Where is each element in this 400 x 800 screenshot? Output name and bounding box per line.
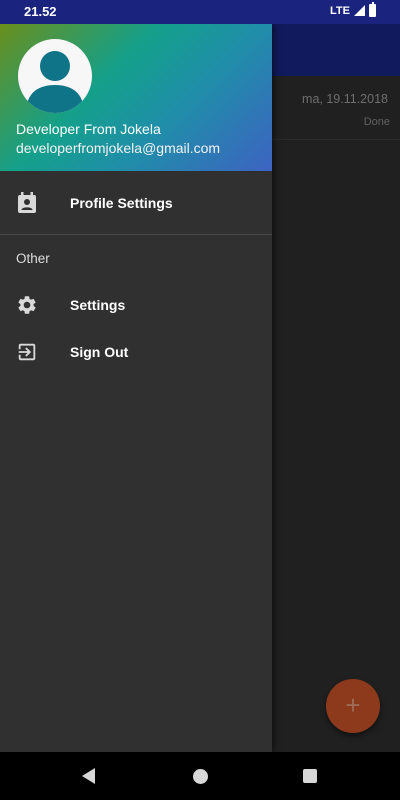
system-nav-bar bbox=[0, 752, 400, 800]
drawer-header: Developer From Jokela developerfromjokel… bbox=[0, 24, 272, 171]
recents-button[interactable] bbox=[286, 752, 334, 800]
menu-item-sign-out[interactable]: Sign Out bbox=[0, 328, 272, 376]
avatar[interactable] bbox=[18, 39, 92, 113]
avatar-silhouette-icon bbox=[26, 51, 84, 113]
home-button[interactable] bbox=[176, 752, 224, 800]
menu-item-label: Profile Settings bbox=[70, 195, 173, 211]
sign-out-icon bbox=[16, 341, 38, 363]
home-icon bbox=[192, 768, 208, 784]
menu-item-settings[interactable]: Settings bbox=[0, 281, 272, 329]
status-indicators: LTE bbox=[330, 2, 376, 17]
recents-icon bbox=[303, 769, 317, 783]
contact-card-icon bbox=[16, 192, 38, 214]
status-time: 21.52 bbox=[24, 4, 57, 19]
gear-icon bbox=[16, 294, 38, 316]
back-button[interactable] bbox=[64, 752, 112, 800]
signal-icon bbox=[354, 5, 365, 16]
network-type: LTE bbox=[330, 4, 350, 17]
menu-item-profile-settings[interactable]: Profile Settings bbox=[0, 179, 272, 227]
status-bar: 21.52 LTE bbox=[0, 0, 400, 24]
battery-icon bbox=[369, 2, 376, 17]
user-name: Developer From Jokela bbox=[16, 121, 161, 137]
screen: 21.52 LTE ma, 19.11.2018 Done + Develope… bbox=[0, 0, 400, 800]
divider bbox=[0, 234, 272, 235]
section-title-other: Other bbox=[16, 251, 50, 266]
back-icon bbox=[81, 768, 95, 784]
list-item-status: Done bbox=[363, 116, 390, 128]
list-item-date: ma, 19.11.2018 bbox=[302, 92, 388, 106]
add-fab-button[interactable]: + bbox=[326, 679, 380, 733]
menu-item-label: Settings bbox=[70, 297, 126, 313]
user-email: developerfromjokela@gmail.com bbox=[16, 140, 221, 156]
menu-item-label: Sign Out bbox=[70, 344, 129, 360]
navigation-drawer: Developer From Jokela developerfromjokel… bbox=[0, 24, 272, 752]
